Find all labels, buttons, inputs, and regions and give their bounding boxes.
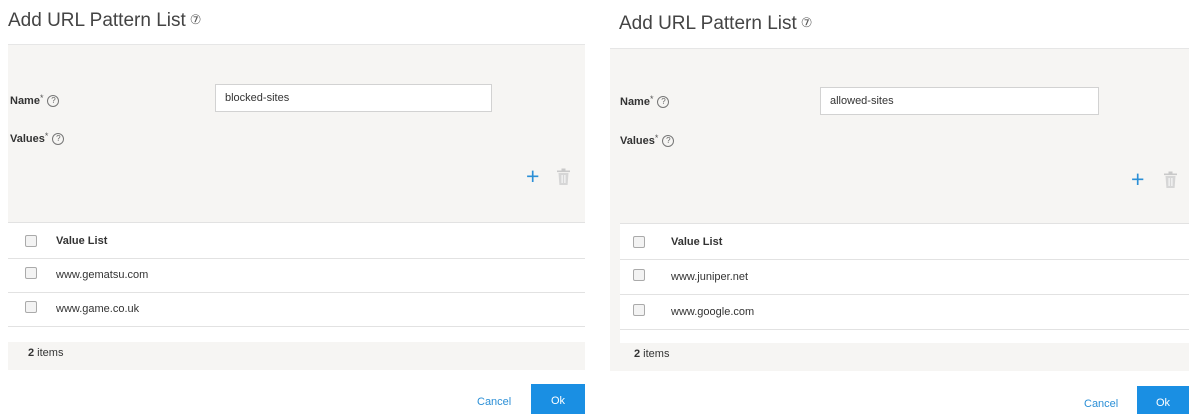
cancel-button[interactable]: Cancel: [1084, 398, 1118, 410]
table-header-row: Value List: [620, 223, 1189, 260]
right-form-panel: Name*? Values*? + Value List www.juniper…: [610, 48, 1189, 371]
value-list-table: Value List www.gematsu.com www.game.co.u…: [8, 222, 585, 342]
ok-button[interactable]: Ok: [1137, 386, 1189, 414]
cancel-button[interactable]: Cancel: [477, 396, 511, 408]
help-circle-icon[interactable]: ?: [47, 95, 60, 107]
row-checkbox[interactable]: [633, 269, 645, 281]
required-marker: *: [39, 93, 44, 103]
values-label: Values*?: [620, 133, 675, 147]
left-dialog: Add URL Pattern List ⑦ Name*? Values*? + …: [0, 0, 585, 414]
left-form-panel: Name*? Values*? + Value List www.gematsu…: [8, 44, 585, 370]
value-list-table: Value List www.juniper.net www.google.co…: [620, 223, 1189, 343]
items-count: 2 items: [28, 347, 63, 359]
ok-button-label: Ok: [1155, 397, 1171, 409]
help-circle-icon[interactable]: ?: [662, 135, 675, 147]
table-header-row: Value List: [8, 222, 585, 259]
help-circle-icon[interactable]: ⑦: [801, 15, 813, 30]
select-all-checkbox[interactable]: [633, 236, 645, 248]
column-header-value-list: Value List: [56, 235, 108, 247]
required-marker: *: [44, 131, 49, 141]
required-marker: *: [649, 94, 654, 104]
help-circle-icon[interactable]: ?: [657, 96, 670, 108]
values-label-text: Values: [620, 135, 655, 147]
values-label: Values*?: [10, 131, 65, 145]
ok-button[interactable]: Ok: [531, 384, 585, 414]
required-marker: *: [654, 133, 659, 143]
right-dialog-title-text: Add URL Pattern List: [619, 13, 797, 34]
left-dialog-title-text: Add URL Pattern List: [8, 10, 186, 31]
table-row[interactable]: www.juniper.net: [620, 260, 1189, 295]
add-value-button[interactable]: +: [526, 163, 540, 189]
ok-button-label: Ok: [550, 395, 566, 407]
values-label-text: Values: [10, 133, 45, 145]
row-value: www.google.com: [671, 306, 755, 318]
name-label: Name*?: [620, 94, 670, 108]
items-count-suffix: items: [34, 347, 64, 359]
help-circle-icon[interactable]: ?: [52, 133, 65, 145]
row-checkbox[interactable]: [25, 301, 37, 313]
row-value: www.game.co.uk: [56, 303, 140, 315]
trash-icon[interactable]: [556, 168, 571, 186]
right-dialog: Add URL Pattern List ⑦ Name*? Values*? + …: [610, 0, 1189, 414]
left-dialog-title: Add URL Pattern List ⑦: [8, 10, 201, 32]
table-row[interactable]: www.game.co.uk: [8, 293, 585, 327]
plus-icon: +: [1131, 166, 1145, 192]
table-row[interactable]: www.gematsu.com: [8, 259, 585, 293]
name-input[interactable]: [820, 87, 1099, 115]
name-label: Name*?: [10, 93, 60, 107]
name-label-text: Name: [620, 96, 650, 108]
name-input[interactable]: [215, 84, 492, 112]
row-value: www.juniper.net: [671, 271, 749, 283]
name-label-text: Name: [10, 95, 40, 107]
items-count: 2 items: [634, 348, 669, 360]
items-count-suffix: items: [640, 348, 670, 360]
select-all-checkbox[interactable]: [25, 235, 37, 247]
right-dialog-title: Add URL Pattern List ⑦: [619, 13, 812, 35]
add-value-button[interactable]: +: [1131, 166, 1145, 192]
trash-icon[interactable]: [1163, 171, 1178, 189]
row-checkbox[interactable]: [25, 267, 37, 279]
help-circle-icon[interactable]: ⑦: [190, 12, 202, 27]
row-value: www.gematsu.com: [56, 269, 149, 281]
plus-icon: +: [526, 163, 540, 189]
table-row[interactable]: www.google.com: [620, 295, 1189, 330]
column-header-value-list: Value List: [671, 236, 723, 248]
row-checkbox[interactable]: [633, 304, 645, 316]
